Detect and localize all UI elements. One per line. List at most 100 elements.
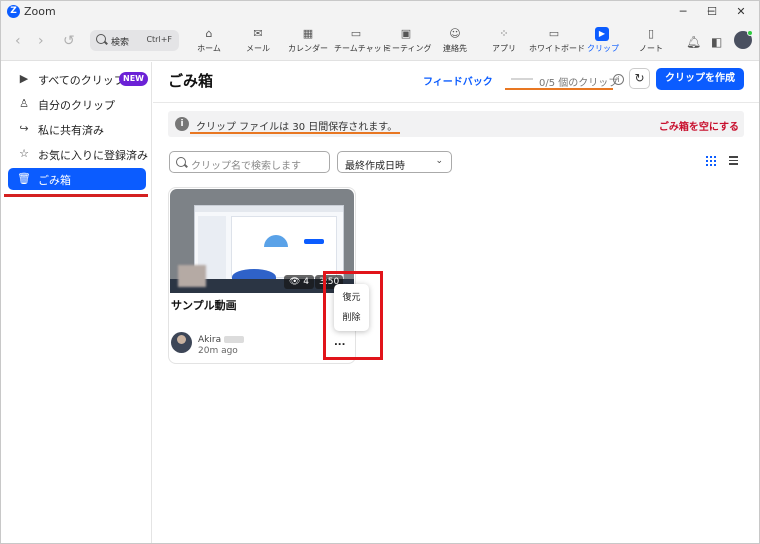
clip-card[interactable]: 👁︎ 4 3:50 サンプル動画 Akira 20m ago (168, 187, 356, 364)
trash-highlight-underline (4, 194, 148, 197)
nav-team-chat-label: チームチャット (334, 44, 390, 53)
banner-text: クリップ ファイルは 30 日間保存されます。 (196, 122, 398, 133)
title-bar: Z Zoom ─ (1, 1, 759, 23)
create-clip-button[interactable]: クリップを作成 (656, 68, 744, 90)
blurred-presenter (178, 265, 206, 287)
nav-mail-label: メール (246, 44, 270, 53)
bell-icon[interactable]: 🔔︎ (686, 35, 701, 49)
grid-view-icon[interactable] (706, 156, 716, 166)
nav-clips[interactable]: ▶ クリップ (587, 27, 619, 57)
nav-clips-label: クリップ (587, 44, 619, 53)
home-icon: ⌂ (205, 27, 213, 40)
refresh-button[interactable]: ↻ (629, 68, 650, 89)
trash-icon: 🗑︎ (17, 172, 31, 185)
clip-search-placeholder: クリップ名で検索します (191, 161, 301, 172)
restore-menu-item[interactable]: 復元 (334, 288, 369, 308)
nav-home-label: ホーム (197, 44, 221, 53)
clips-icon: ▶ (595, 27, 609, 41)
nav-calendar-label: カレンダー (288, 44, 328, 53)
nav-mail[interactable]: ✉ メール (243, 27, 273, 57)
sort-selected-value: 最終作成日時 (345, 161, 405, 172)
sidebar-item-my-clips[interactable]: ♙ 自分のクリップ (8, 93, 146, 115)
list-view-icon[interactable] (729, 156, 738, 166)
maximize-button[interactable]: ☐ (698, 3, 726, 21)
video-icon: ▣ (400, 27, 412, 40)
clip-time: 20m ago (198, 346, 238, 356)
chat-icon: ▭ (350, 27, 362, 40)
sidebar-item-shared-with-me[interactable]: ↪ 私に共有済み (8, 118, 146, 140)
mail-icon: ✉ (253, 27, 263, 40)
clip-search-input[interactable]: クリップ名で検索します (169, 151, 330, 173)
nav-apps-label: アプリ (492, 44, 516, 53)
zoom-logo-icon: Z (7, 5, 20, 18)
info-icon[interactable]: i (613, 74, 624, 85)
sidebar-item-label: 私に共有済み (38, 124, 104, 137)
main-content: ごみ箱 フィードバック 0/5 個のクリップ i ↻ クリップを作成 i クリッ… (153, 62, 759, 543)
sidebar-item-label: 自分のクリップ (38, 99, 115, 112)
clip-thumbnail[interactable]: 👁︎ 4 3:50 (170, 189, 354, 293)
nav-meetings[interactable]: ▣ ミーティング (384, 27, 432, 57)
chevron-down-icon: ⌄ (435, 156, 443, 166)
nav-apps[interactable]: ⁘ アプリ (490, 27, 518, 57)
contacts-icon: ☺ (449, 27, 461, 40)
nav-meetings-label: ミーティング (384, 44, 432, 53)
share-arrow-icon: ↪ (19, 122, 29, 135)
panel-toggle-icon[interactable]: ◧ (711, 35, 722, 49)
nav-contacts-label: 連絡先 (443, 44, 467, 53)
sidebar-item-label: お気に入りに登録済み (38, 149, 148, 162)
owner-avatar (171, 332, 192, 353)
zoom-window: Z Zoom ─ ─ ☐ ✕ ‹ › ↺ 検索 Ctrl+F ⌂ ホーム ✉ メ… (0, 0, 760, 544)
window-title: Zoom (24, 5, 56, 18)
play-box-icon: ▶ (19, 72, 29, 85)
forward-arrow-icon[interactable]: › (38, 33, 44, 49)
close-button[interactable]: ✕ (727, 3, 755, 21)
feedback-link[interactable]: フィードバック (423, 73, 493, 88)
search-shortcut: Ctrl+F (146, 35, 172, 44)
nav-notes-label: ノート (639, 44, 663, 53)
history-icon[interactable]: ↺ (63, 33, 75, 49)
sidebar-item-label: すべてのクリップ (38, 74, 125, 87)
info-icon: i (175, 117, 189, 131)
sidebar-item-all-clips[interactable]: ▶ すべてのクリップ NEW (8, 68, 148, 90)
view-count-badge: 👁︎ 4 (284, 275, 315, 289)
new-badge: NEW (119, 72, 148, 86)
back-arrow-icon[interactable]: ‹ (15, 33, 21, 49)
search-icon (96, 34, 106, 44)
search-icon (176, 157, 186, 167)
nav-notes[interactable]: ▯ ノート (637, 27, 665, 57)
empty-trash-button[interactable]: ごみ箱を空にする (659, 118, 739, 133)
clip-count-progress (511, 78, 533, 80)
owner-name: Akira (198, 335, 245, 345)
clip-count: 0/5 個のクリップ i (505, 68, 625, 90)
clip-title: サンプル動画 (171, 299, 237, 312)
clip-count-text: 0/5 個のクリップ (539, 78, 619, 89)
view-count: 4 (303, 277, 310, 287)
nav-whiteboard[interactable]: ▭ ホワイトボード (529, 27, 585, 57)
nav-whiteboard-label: ホワイトボード (529, 44, 585, 53)
whiteboard-icon: ▭ (548, 27, 560, 40)
nav-calendar[interactable]: ▦ カレンダー (288, 27, 328, 57)
delete-menu-item[interactable]: 削除 (334, 308, 369, 328)
page-title: ごみ箱 (168, 72, 214, 90)
notes-icon: ▯ (647, 27, 655, 40)
main-toolbar: ‹ › ↺ 検索 Ctrl+F ⌂ ホーム ✉ メール ▦ カレンダー ▭ チー… (1, 23, 759, 61)
header-divider (153, 102, 759, 103)
clip-context-menu: 復元 削除 (334, 284, 369, 331)
minimize-button-2[interactable]: ─ (669, 3, 697, 21)
retention-banner: i クリップ ファイルは 30 日間保存されます。 ごみ箱を空にする (168, 111, 744, 137)
global-search[interactable]: 検索 Ctrl+F (90, 30, 179, 51)
nav-team-chat[interactable]: ▭ チームチャット (334, 27, 390, 57)
nav-contacts[interactable]: ☺ 連絡先 (440, 27, 470, 57)
search-label: 検索 (111, 38, 130, 48)
owner-name-text: Akira (198, 335, 222, 345)
sidebar-item-favorites[interactable]: ☆ お気に入りに登録済み (8, 143, 148, 165)
sidebar-item-trash[interactable]: 🗑︎ ごみ箱 (8, 168, 146, 190)
calendar-icon: ▦ (302, 27, 314, 40)
nav-home[interactable]: ⌂ ホーム (194, 27, 224, 57)
sort-dropdown[interactable]: 最終作成日時 ⌄ (337, 151, 452, 173)
more-options-button[interactable]: ... (334, 338, 348, 349)
star-icon: ☆ (19, 147, 29, 160)
user-avatar[interactable] (734, 30, 753, 49)
person-icon: ♙ (19, 97, 29, 110)
apps-icon: ⁘ (499, 27, 509, 40)
